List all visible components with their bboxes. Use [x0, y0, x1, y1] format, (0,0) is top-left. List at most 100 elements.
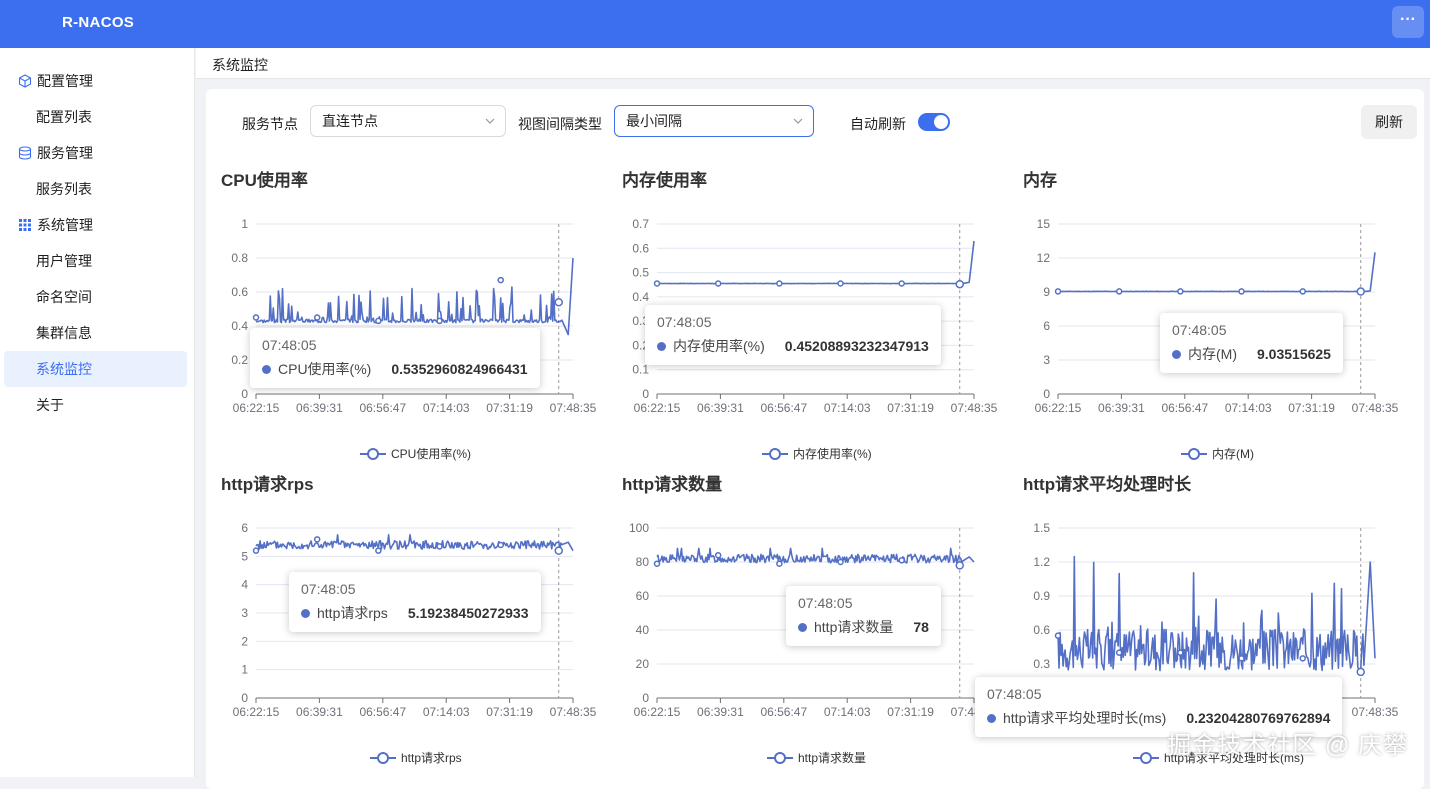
tooltip-value: 0.23204280769762894	[1186, 710, 1331, 726]
ellipsis-icon: ···	[1400, 11, 1416, 28]
data-point[interactable]	[776, 280, 783, 287]
more-button[interactable]: ···	[1392, 6, 1424, 38]
sidebar-item-cluster[interactable]: 集群信息	[4, 315, 187, 351]
data-point[interactable]	[1054, 632, 1062, 639]
x-tick-label: 06:56:47	[760, 705, 807, 719]
data-point[interactable]	[1238, 288, 1245, 295]
tooltip-value: 78	[913, 619, 929, 635]
y-tick-label: 4	[241, 578, 248, 592]
y-tick-label: 9	[1043, 285, 1050, 299]
data-point[interactable]	[955, 279, 964, 289]
sidebar-item-namespace[interactable]: 命名空间	[4, 279, 187, 315]
data-point[interactable]	[497, 276, 504, 284]
node-select[interactable]: 直连节点	[310, 105, 506, 137]
tooltip-time: 07:48:05	[301, 581, 356, 597]
y-tick-label: 0.3	[1033, 657, 1050, 671]
data-point[interactable]	[1177, 649, 1184, 656]
y-tick-label: 1	[241, 217, 248, 231]
data-point[interactable]	[497, 541, 504, 549]
x-tick-label: 06:39:31	[296, 705, 343, 719]
data-point[interactable]	[1115, 288, 1123, 295]
app-logo[interactable]: R-NACOS	[62, 14, 134, 31]
data-point[interactable]	[898, 280, 905, 287]
menu-group-system[interactable]: 系统管理	[18, 207, 93, 243]
x-tick-label: 07:48:35	[550, 705, 597, 719]
series-line	[1057, 555, 1376, 672]
x-tick-label: 07:31:19	[1288, 401, 1335, 415]
data-point[interactable]	[375, 317, 382, 325]
tooltip-time: 07:48:05	[1172, 322, 1227, 338]
data-point[interactable]	[1356, 287, 1365, 296]
x-tick-label: 06:39:31	[697, 401, 744, 415]
tooltip-series-name: 内存使用率(%)	[673, 338, 765, 354]
sidebar-item-service-list[interactable]: 服务列表	[4, 171, 187, 207]
auto-refresh-toggle[interactable]	[918, 113, 950, 131]
data-point[interactable]	[714, 551, 722, 559]
sidebar-item-config-list[interactable]: 配置列表	[4, 99, 187, 135]
data-point[interactable]	[436, 543, 443, 550]
tooltip-time: 07:48:05	[987, 686, 1042, 702]
data-point[interactable]	[1054, 288, 1062, 295]
data-point[interactable]	[1299, 288, 1306, 295]
y-tick-label: 100	[629, 521, 649, 535]
data-point[interactable]	[837, 280, 844, 287]
series-dot-icon	[798, 622, 807, 632]
chart-tooltip: 07:48:05 内存(M) 9.03515625	[1160, 313, 1343, 373]
interval-select[interactable]: 最小间隔	[614, 105, 814, 137]
x-tick-label: 07:14:03	[423, 401, 470, 415]
data-point[interactable]	[252, 314, 260, 321]
data-point[interactable]	[653, 560, 661, 567]
legend-marker-icon	[370, 751, 396, 764]
data-point[interactable]	[1115, 649, 1123, 656]
data-point[interactable]	[714, 280, 722, 287]
data-point[interactable]	[313, 314, 321, 321]
y-tick-label: 0.6	[231, 285, 248, 299]
tooltip-value: 5.19238450272933	[407, 605, 529, 621]
data-point[interactable]	[1299, 655, 1306, 662]
data-point[interactable]	[436, 317, 443, 325]
sidebar-item-about[interactable]: 关于	[4, 387, 187, 423]
data-point[interactable]	[375, 547, 382, 554]
menu-group-service[interactable]: 服务管理	[18, 135, 93, 171]
tooltip-value: 0.5352960824966431	[391, 361, 528, 377]
tooltip-row: CPU使用率(%) 0.5352960824966431	[262, 359, 528, 379]
data-point[interactable]	[1177, 288, 1184, 295]
chart-legend[interactable]: http请求数量	[767, 749, 866, 766]
refresh-button[interactable]: 刷新	[1361, 105, 1417, 139]
data-point[interactable]	[252, 547, 260, 554]
sidebar-item-monitor[interactable]: 系统监控	[4, 351, 187, 387]
y-tick-label: 1.5	[1033, 521, 1050, 535]
y-tick-label: 0.5	[632, 266, 649, 280]
x-tick-label: 06:22:15	[233, 705, 280, 719]
data-point[interactable]	[955, 561, 964, 570]
x-tick-label: 07:48:35	[550, 401, 597, 415]
data-point[interactable]	[776, 560, 783, 567]
data-point[interactable]	[1238, 655, 1245, 662]
x-tick-label: 07:14:03	[824, 705, 871, 719]
chart-legend[interactable]: 内存(M)	[1181, 445, 1254, 462]
chart-legend[interactable]: http请求rps	[370, 749, 462, 766]
data-point[interactable]	[313, 536, 321, 543]
y-tick-label: 3	[241, 606, 248, 620]
series-line	[255, 257, 574, 336]
node-select-value: 直连节点	[322, 113, 378, 129]
auto-refresh-label: 自动刷新	[850, 116, 906, 132]
chart-legend[interactable]: CPU使用率(%)	[360, 445, 471, 462]
data-point[interactable]	[554, 297, 563, 307]
menu-item-label: 服务列表	[36, 181, 92, 197]
data-point[interactable]	[837, 558, 844, 566]
data-point[interactable]	[554, 546, 563, 555]
series-line	[656, 547, 975, 564]
y-tick-label: 0.8	[231, 251, 248, 265]
data-point[interactable]	[653, 280, 661, 287]
data-point[interactable]	[1356, 667, 1365, 677]
tooltip-row: http请求数量 78	[798, 617, 929, 637]
sidebar-item-users[interactable]: 用户管理	[4, 243, 187, 279]
menu-item-label: 关于	[36, 397, 64, 413]
data-point[interactable]	[898, 557, 905, 564]
breadcrumb: 系统监控	[212, 57, 268, 73]
chart-legend[interactable]: 内存使用率(%)	[762, 445, 872, 462]
menu-group-config[interactable]: 配置管理	[18, 63, 93, 99]
tooltip-time: 07:48:05	[262, 337, 317, 353]
x-tick-label: 06:56:47	[760, 401, 807, 415]
